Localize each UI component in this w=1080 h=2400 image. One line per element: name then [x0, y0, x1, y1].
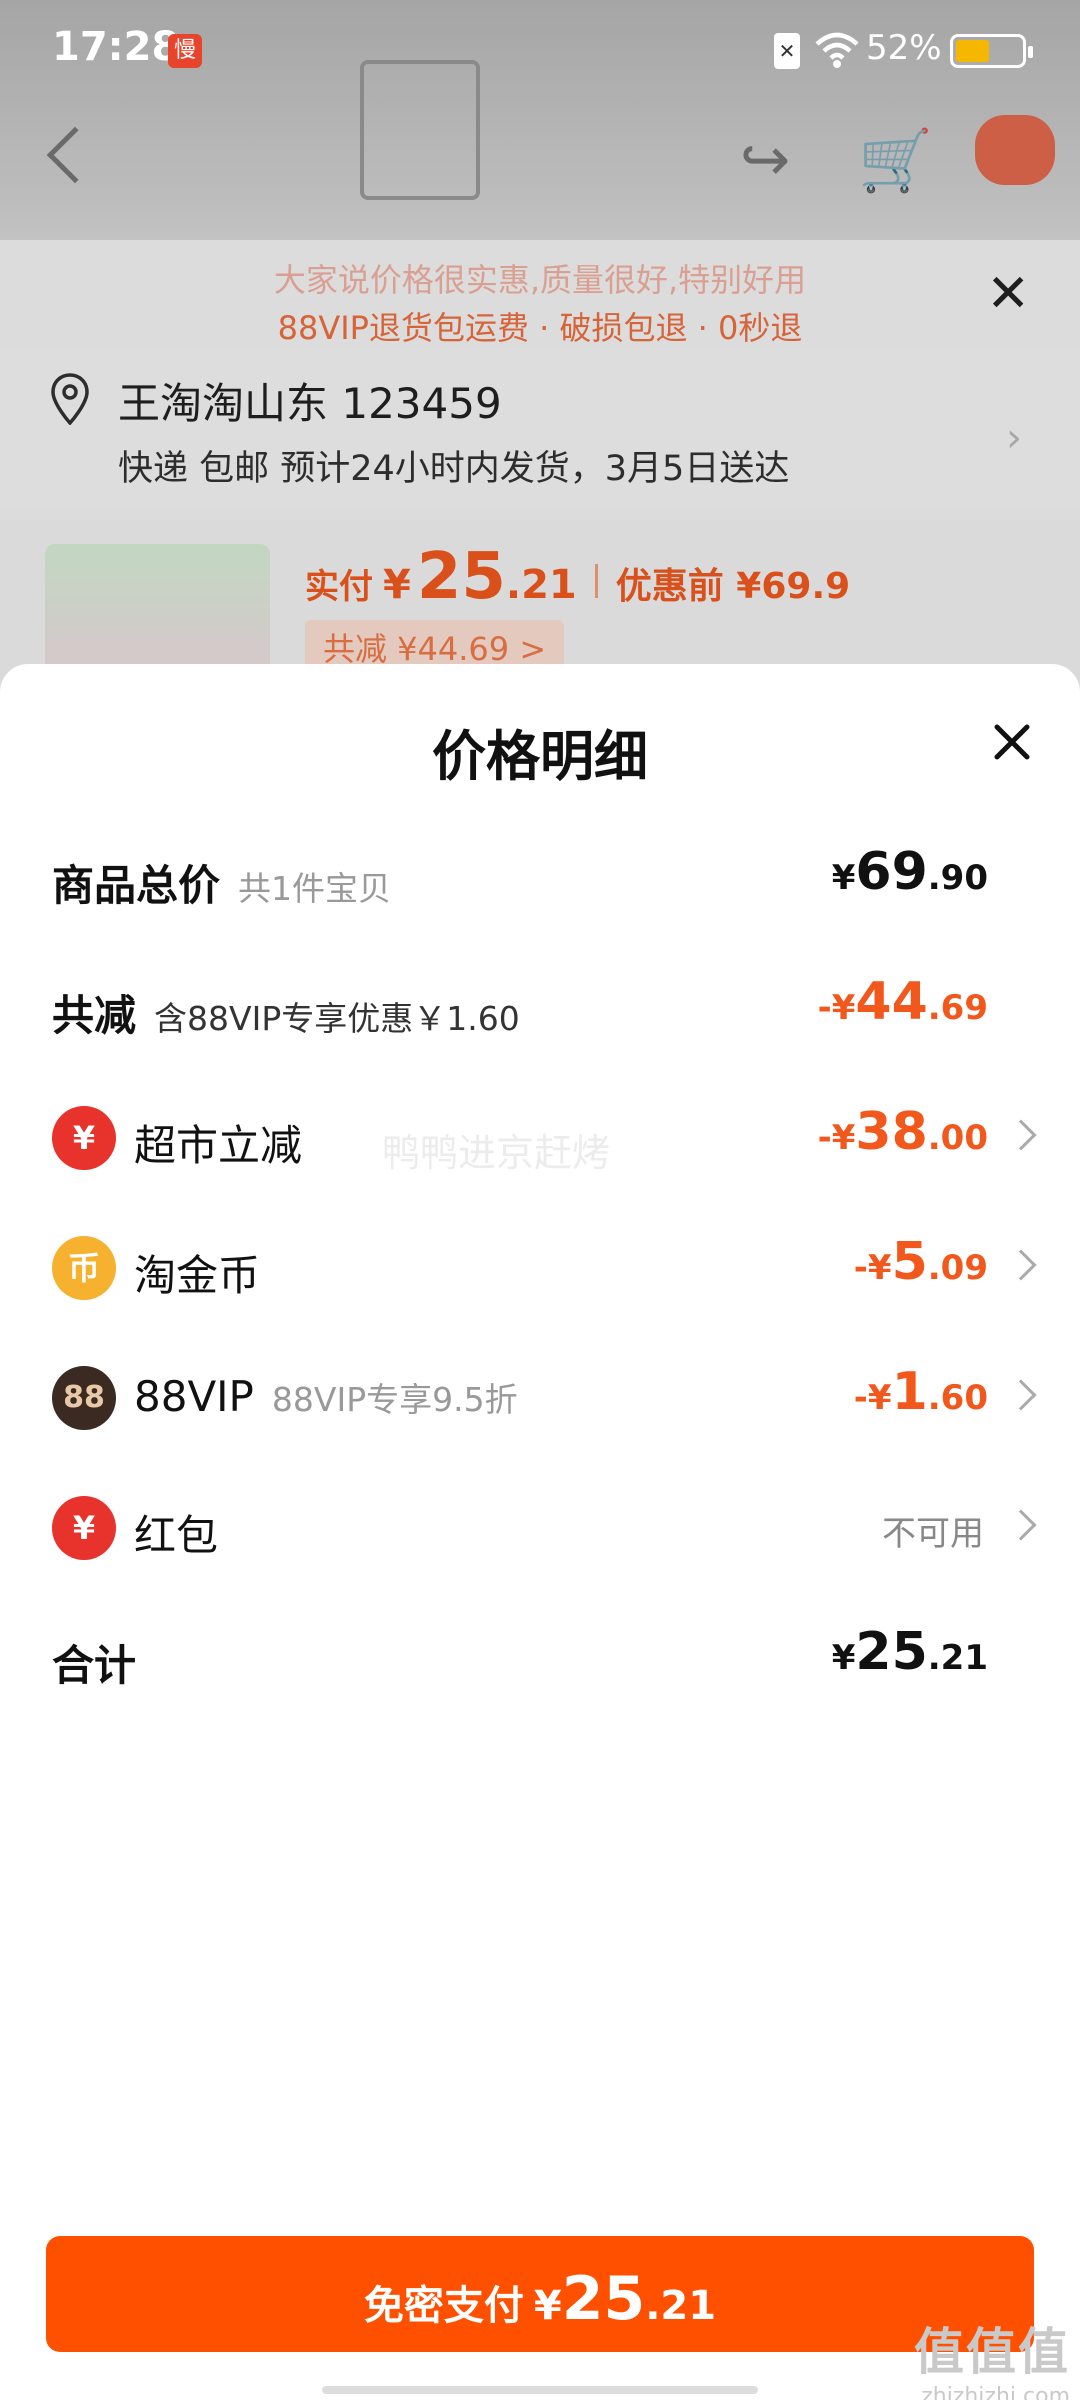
price-detail-sheet: 价格明细 商品总价 共1件宝贝 ¥ 69 .90 共减 含88VIP专享优惠￥1…: [0, 664, 1080, 2400]
row-label: 红包: [134, 1502, 218, 1563]
row-88vip[interactable]: 88 88VIP 88VIP专享9.5折 -¥ 1 .60: [0, 1346, 1080, 1446]
site-watermark-glyphs: 值值值: [914, 2323, 1070, 2381]
row-title: 超市立减: [134, 1121, 303, 1170]
battery-fill: [956, 40, 989, 62]
row-grand-total: 合计 ¥ 25 .21: [0, 1606, 1080, 1706]
amount-int: 1: [891, 1362, 928, 1422]
sim-icon: ✕: [774, 33, 800, 69]
row-label: 88VIP 88VIP专享9.5折: [134, 1372, 518, 1421]
site-watermark-domain: zhizhizhi.com: [921, 2384, 1070, 2400]
pay-button-label: 免密支付: [363, 2283, 524, 2329]
sheet-title: 价格明细: [432, 725, 648, 788]
amount-currency: -¥: [853, 1378, 892, 1418]
row-label: 商品总价 共1件宝贝: [52, 852, 391, 913]
row-amount: -¥ 5 .09: [854, 1232, 988, 1292]
pay-button[interactable]: 免密支付 ¥ 25 .21: [46, 2236, 1034, 2352]
amount-currency: ¥: [831, 858, 856, 898]
status-bar: 17:28 慢 ✕ 52%: [0, 0, 1080, 100]
battery-icon: [950, 34, 1033, 68]
row-total-discount: 共减 含88VIP专享优惠￥1.60 -¥ 44 .69: [0, 956, 1080, 1056]
unavailable-text: 不可用: [882, 1514, 984, 1554]
chevron-right-icon: [1005, 1249, 1037, 1281]
row-title: 红包: [134, 1511, 219, 1560]
home-indicator[interactable]: [322, 2386, 758, 2394]
chevron-right-icon: [1005, 1119, 1037, 1151]
wifi-icon: [815, 32, 859, 68]
amount-currency: -¥: [817, 988, 856, 1028]
row-title: 共减: [52, 991, 137, 1040]
pay-button-int: 25: [561, 2264, 646, 2334]
row-label: 共减 含88VIP专享优惠￥1.60: [52, 982, 520, 1043]
amount-currency: ¥: [831, 1638, 856, 1678]
dim-overlay[interactable]: [0, 0, 1080, 700]
row-label: 超市立减: [134, 1112, 302, 1173]
row-amount: ¥ 69 .90: [832, 842, 988, 902]
amount-currency: -¥: [853, 1248, 892, 1288]
notification-icon: 慢: [168, 34, 202, 68]
row-amount: ¥ 25 .21: [832, 1622, 988, 1682]
row-label: 合计: [52, 1632, 136, 1693]
supermarket-discount-icon: ¥: [52, 1106, 116, 1170]
amount-int: 25: [855, 1622, 928, 1682]
chevron-right-icon: [1005, 1379, 1037, 1411]
battery-percent: 52%: [866, 28, 942, 68]
amount-int: 44: [855, 972, 928, 1032]
row-title: 商品总价: [52, 861, 221, 910]
row-sub: 88VIP专享9.5折: [271, 1380, 518, 1419]
amount-dec: .21: [927, 1638, 988, 1678]
battery-nub: [1028, 46, 1033, 58]
close-icon[interactable]: [992, 722, 1032, 762]
row-red-packet[interactable]: ¥ 红包 不可用: [0, 1476, 1080, 1576]
row-title: 88VIP: [134, 1372, 254, 1421]
red-packet-icon: ¥: [52, 1496, 116, 1560]
vip88-icon: 88: [52, 1366, 116, 1430]
row-title: 淘金币: [134, 1251, 261, 1300]
amount-dec: .69: [927, 988, 988, 1028]
row-label: 淘金币: [134, 1242, 260, 1303]
amount-currency: -¥: [817, 1118, 856, 1158]
status-time: 17:28: [52, 24, 180, 70]
amount-dec: .00: [927, 1118, 988, 1158]
pay-button-currency: ¥: [533, 2283, 562, 2329]
amount-dec: .60: [927, 1378, 988, 1418]
amount-int: 38: [855, 1102, 928, 1162]
user-watermark: 鸭鸭进京赶烤: [382, 1131, 611, 1175]
pay-button-dec: .21: [645, 2283, 717, 2329]
row-taojinbi[interactable]: 币 淘金币 -¥ 5 .09: [0, 1216, 1080, 1316]
amount-int: 5: [891, 1232, 928, 1292]
row-amount: -¥ 38 .00: [818, 1102, 988, 1162]
chevron-right-icon: [1005, 1509, 1037, 1541]
row-amount: -¥ 44 .69: [818, 972, 988, 1032]
row-item-total: 商品总价 共1件宝贝 ¥ 69 .90: [0, 826, 1080, 926]
background-page: ↪ 🛒 大家说价格很实惠,质量很好,特别好用 88VIP退货包运费 · 破损包退…: [0, 0, 1080, 714]
row-sub: 含88VIP专享优惠￥1.60: [154, 999, 520, 1038]
amount-int: 69: [855, 842, 928, 902]
row-amount: -¥ 1 .60: [854, 1362, 988, 1422]
site-watermark: 值值值 zhizhizhi.com: [914, 2312, 1070, 2400]
row-sub: 共1件宝贝: [238, 869, 392, 908]
row-title: 合计: [52, 1641, 137, 1690]
coin-icon: 币: [52, 1236, 116, 1300]
amount-dec: .09: [927, 1248, 988, 1288]
amount-dec: .90: [927, 858, 988, 898]
